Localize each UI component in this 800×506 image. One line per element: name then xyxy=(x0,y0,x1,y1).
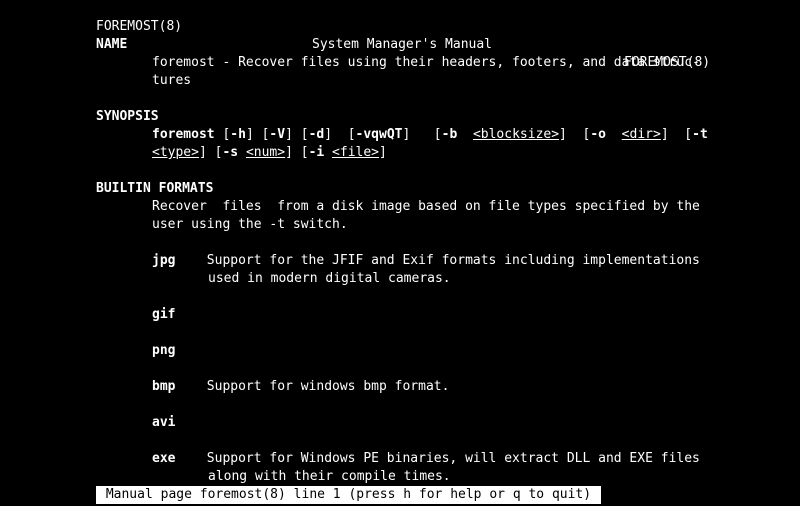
flag-d: -d xyxy=(309,127,325,142)
flag-vqwQT: -vqwQT xyxy=(356,127,403,142)
name-line1: foremost - Recover files using their hea… xyxy=(152,54,800,72)
exe-desc-l2: along with their compile times. xyxy=(208,468,800,486)
synopsis-line2: <type>] [-s <num>] [-i <file>] xyxy=(152,144,800,162)
flag-b: -b xyxy=(442,127,458,142)
status-bar-container: Manual page foremost(8) line 1 (press h … xyxy=(96,486,800,504)
builtin-line1: Recover files from a disk image based on… xyxy=(152,198,800,216)
arg-file: <file> xyxy=(332,145,379,160)
jpg-desc-l1: Support for the JFIF and Exif formats in… xyxy=(207,253,700,268)
header-left: FOREMOST(8) xyxy=(96,18,182,36)
bmp-desc: Support for windows bmp format. xyxy=(207,379,450,394)
format-bmp: bmp xyxy=(152,379,175,394)
section-builtin-header: BUILTIN FORMATS xyxy=(96,180,800,198)
section-name-header: NAME xyxy=(96,36,800,54)
section-synopsis-header: SYNOPSIS xyxy=(96,108,800,126)
builtin-line2: user using the -t switch. xyxy=(152,216,800,234)
jpg-desc-l2: used in modern digital cameras. xyxy=(208,270,800,288)
format-bmp-row: bmp Support for windows bmp format. xyxy=(152,378,800,396)
flag-i: -i xyxy=(309,145,325,160)
format-exe: exe xyxy=(152,451,175,466)
flag-o: -o xyxy=(590,127,606,142)
flag-h: -h xyxy=(230,127,246,142)
exe-desc-l1: Support for Windows PE binaries, will ex… xyxy=(207,451,700,466)
format-exe-row: exe Support for Windows PE binaries, wil… xyxy=(152,450,800,468)
synopsis-line1: foremost [-h] [-V] [-d] [-vqwQT] [-b <bl… xyxy=(152,126,800,144)
arg-blocksize: <blocksize> xyxy=(473,127,559,142)
man-page-viewer[interactable]: FOREMOST(8) System Manager's Manual FORE… xyxy=(0,0,800,506)
format-gif: gif xyxy=(152,306,800,324)
synopsis-cmd: foremost xyxy=(152,127,215,142)
format-jpg-row: jpg Support for the JFIF and Exif format… xyxy=(152,252,800,270)
format-png: png xyxy=(152,342,800,360)
arg-num: <num> xyxy=(246,145,285,160)
name-line2: tures xyxy=(152,72,800,90)
format-avi: avi xyxy=(152,414,800,432)
arg-dir: <dir> xyxy=(622,127,661,142)
flag-V: -V xyxy=(269,127,285,142)
flag-s: -s xyxy=(222,145,238,160)
format-jpg: jpg xyxy=(152,253,175,268)
flag-t: -t xyxy=(692,127,708,142)
arg-type: <type> xyxy=(152,145,199,160)
status-bar: Manual page foremost(8) line 1 (press h … xyxy=(96,486,601,504)
